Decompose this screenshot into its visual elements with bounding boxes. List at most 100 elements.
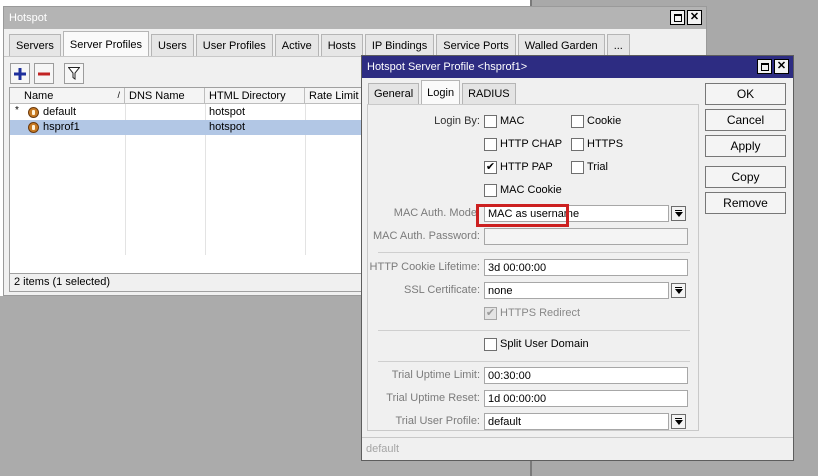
mac-label: MAC (500, 115, 525, 127)
tab-more[interactable]: ... (606, 34, 630, 56)
mac-auth-password-label: MAC Auth. Password: (373, 230, 480, 242)
tab-server-profiles[interactable]: Server Profiles (62, 31, 150, 56)
add-button[interactable] (10, 63, 30, 84)
column-name[interactable]: Name / (10, 88, 125, 104)
window-title: Hotspot (9, 12, 47, 24)
column-html-directory[interactable]: HTML Directory (205, 88, 305, 104)
filter-icon (68, 67, 80, 80)
split-user-domain-checkbox[interactable] (484, 338, 497, 351)
maximize-icon (760, 62, 769, 71)
mac-cookie-checkbox[interactable] (484, 184, 497, 197)
tab-hosts[interactable]: Hosts (320, 34, 363, 56)
tab-walled-garden[interactable]: Walled Garden (517, 34, 605, 56)
ssl-certificate-dropdown-button[interactable] (671, 283, 686, 298)
dialog-titlebar[interactable]: Hotspot Server Profile <hsprof1> ✕ (362, 56, 793, 78)
mac-auth-mode-dropdown-button[interactable] (671, 206, 686, 221)
https-redirect-label: HTTPS Redirect (500, 307, 581, 319)
https-redirect-checkbox[interactable]: ✔ (484, 307, 497, 320)
http-cookie-lifetime-field[interactable]: 3d 00:00:00 (484, 259, 688, 276)
row-name: default (43, 106, 77, 118)
cookie-label: Cookie (587, 115, 622, 127)
trial-user-profile-select[interactable]: default (484, 413, 669, 430)
trial-uptime-limit-field[interactable]: 00:30:00 (484, 367, 688, 384)
trial-uptime-reset-field[interactable]: 1d 00:00:00 (484, 390, 688, 407)
tab-user-profiles[interactable]: User Profiles (195, 34, 273, 56)
chevron-down-icon (674, 289, 683, 294)
dialog-tabs: General Login RADIUS (368, 80, 518, 104)
column-dns-name[interactable]: DNS Name (125, 88, 205, 104)
tab-servers[interactable]: Servers (9, 34, 61, 56)
mac-cookie-label: MAC Cookie (500, 184, 562, 196)
http-pap-label: HTTP PAP (500, 161, 553, 173)
tab-service-ports[interactable]: Service Ports (436, 34, 516, 56)
trial-user-profile-dropdown-button[interactable] (671, 414, 686, 429)
trial-uptime-reset-label: Trial Uptime Reset: (386, 392, 480, 404)
section-divider (378, 361, 690, 362)
mac-auth-password-field[interactable] (484, 228, 688, 245)
http-chap-checkbox[interactable] (484, 138, 497, 151)
http-cookie-lifetime-label: HTTP Cookie Lifetime: (369, 261, 480, 273)
http-chap-label: HTTP CHAP (500, 138, 563, 150)
list-status: 2 items (1 selected) (9, 274, 364, 292)
mac-checkbox[interactable] (484, 115, 497, 128)
filter-button[interactable] (64, 63, 84, 84)
profile-icon (28, 107, 39, 118)
login-panel: Login By: MAC Cookie HTTP CHAP HTTPS ✔ H… (367, 104, 699, 431)
trial-user-profile-label: Trial User Profile: (395, 415, 480, 427)
section-divider (378, 330, 690, 331)
mac-auth-mode-label: MAC Auth. Mode: (393, 207, 480, 219)
checkmark-icon: ✔ (485, 161, 496, 173)
hotspot-titlebar[interactable]: Hotspot ✕ (4, 7, 706, 29)
close-button[interactable]: ✕ (687, 10, 702, 25)
tab-radius[interactable]: RADIUS (462, 83, 516, 104)
remove-button[interactable] (34, 63, 54, 84)
default-marker: * (15, 105, 19, 116)
dropdown-bar (675, 418, 682, 419)
table-row[interactable]: hsprof1 hotspot (10, 120, 363, 135)
plus-icon (14, 67, 26, 80)
cookie-checkbox[interactable] (571, 115, 584, 128)
chevron-down-icon (674, 212, 683, 217)
section-divider (378, 252, 690, 253)
dropdown-bar (675, 210, 682, 211)
ssl-certificate-select[interactable]: none (484, 282, 669, 299)
https-checkbox[interactable] (571, 138, 584, 151)
server-profile-dialog: Hotspot Server Profile <hsprof1> ✕ Gener… (361, 55, 794, 461)
dropdown-bar (675, 287, 682, 288)
profiles-list: Name / DNS Name HTML Directory Rate Limi… (9, 87, 365, 274)
tab-login[interactable]: Login (421, 80, 461, 104)
hotspot-tabs: Servers Server Profiles Users User Profi… (9, 31, 632, 56)
remove-button[interactable]: Remove (705, 192, 786, 214)
row-name: hsprof1 (43, 121, 80, 133)
http-pap-highlight (476, 204, 569, 227)
https-label: HTTPS (587, 138, 624, 150)
minus-icon (38, 72, 50, 75)
http-pap-checkbox[interactable]: ✔ (484, 161, 497, 174)
table-row[interactable]: * default hotspot (10, 105, 363, 120)
close-button[interactable]: ✕ (774, 59, 789, 74)
tab-general[interactable]: General (368, 83, 420, 104)
cancel-button[interactable]: Cancel (705, 109, 786, 131)
trial-label: Trial (587, 161, 608, 173)
row-html-directory: hotspot (209, 106, 246, 118)
split-user-domain-label: Split User Domain (500, 338, 589, 350)
column-rate-limit[interactable]: Rate Limit (rx (305, 88, 365, 104)
copy-button[interactable]: Copy (705, 166, 786, 188)
tab-active[interactable]: Active (274, 34, 319, 56)
ok-button[interactable]: OK (705, 83, 786, 105)
maximize-icon (673, 13, 682, 22)
apply-button[interactable]: Apply (705, 135, 786, 157)
maximize-button[interactable] (757, 59, 772, 74)
maximize-button[interactable] (670, 10, 685, 25)
dialog-status: default (362, 437, 793, 460)
trial-checkbox[interactable] (571, 161, 584, 174)
tab-ip-bindings[interactable]: IP Bindings (364, 34, 435, 56)
sort-icon: / (117, 90, 120, 100)
dialog-title: Hotspot Server Profile <hsprof1> (367, 61, 528, 73)
ssl-certificate-label: SSL Certificate: (403, 284, 480, 296)
close-icon: ✕ (689, 11, 700, 23)
row-html-directory: hotspot (209, 121, 246, 133)
list-header: Name / DNS Name HTML Directory Rate Limi… (10, 88, 365, 104)
tab-users[interactable]: Users (151, 34, 194, 56)
checkmark-icon: ✔ (485, 307, 496, 319)
